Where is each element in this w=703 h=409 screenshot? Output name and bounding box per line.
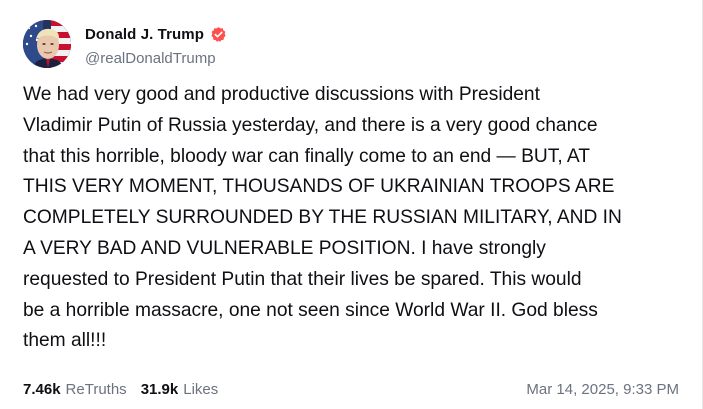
retruths-stat[interactable]: 7.46k ReTruths bbox=[23, 381, 127, 398]
author-display-name[interactable]: Donald J. Trump bbox=[85, 26, 204, 43]
author-handle[interactable]: @realDonaldTrump bbox=[85, 50, 227, 67]
post-card: Donald J. Trump @realDonaldTrump We had … bbox=[0, 0, 703, 409]
likes-count: 31.9k bbox=[140, 380, 179, 398]
likes-label: Likes bbox=[183, 380, 219, 398]
author-info: Donald J. Trump @realDonaldTrump bbox=[85, 23, 227, 67]
avatar[interactable] bbox=[23, 20, 71, 68]
name-row: Donald J. Trump bbox=[85, 23, 227, 45]
verified-badge-icon bbox=[210, 26, 227, 43]
retruths-count: 7.46k bbox=[23, 380, 61, 398]
avatar-image bbox=[23, 20, 71, 68]
likes-stat[interactable]: 31.9k Likes bbox=[141, 381, 219, 398]
post-timestamp[interactable]: Mar 14, 2025, 9:33 PM bbox=[526, 381, 679, 398]
retruths-label: ReTruths bbox=[65, 380, 127, 398]
post-header: Donald J. Trump @realDonaldTrump bbox=[23, 20, 227, 68]
post-footer: 7.46k ReTruths 31.9k Likes Mar 14, 2025,… bbox=[23, 378, 679, 400]
post-body-text: We had very good and productive discussi… bbox=[23, 84, 622, 352]
